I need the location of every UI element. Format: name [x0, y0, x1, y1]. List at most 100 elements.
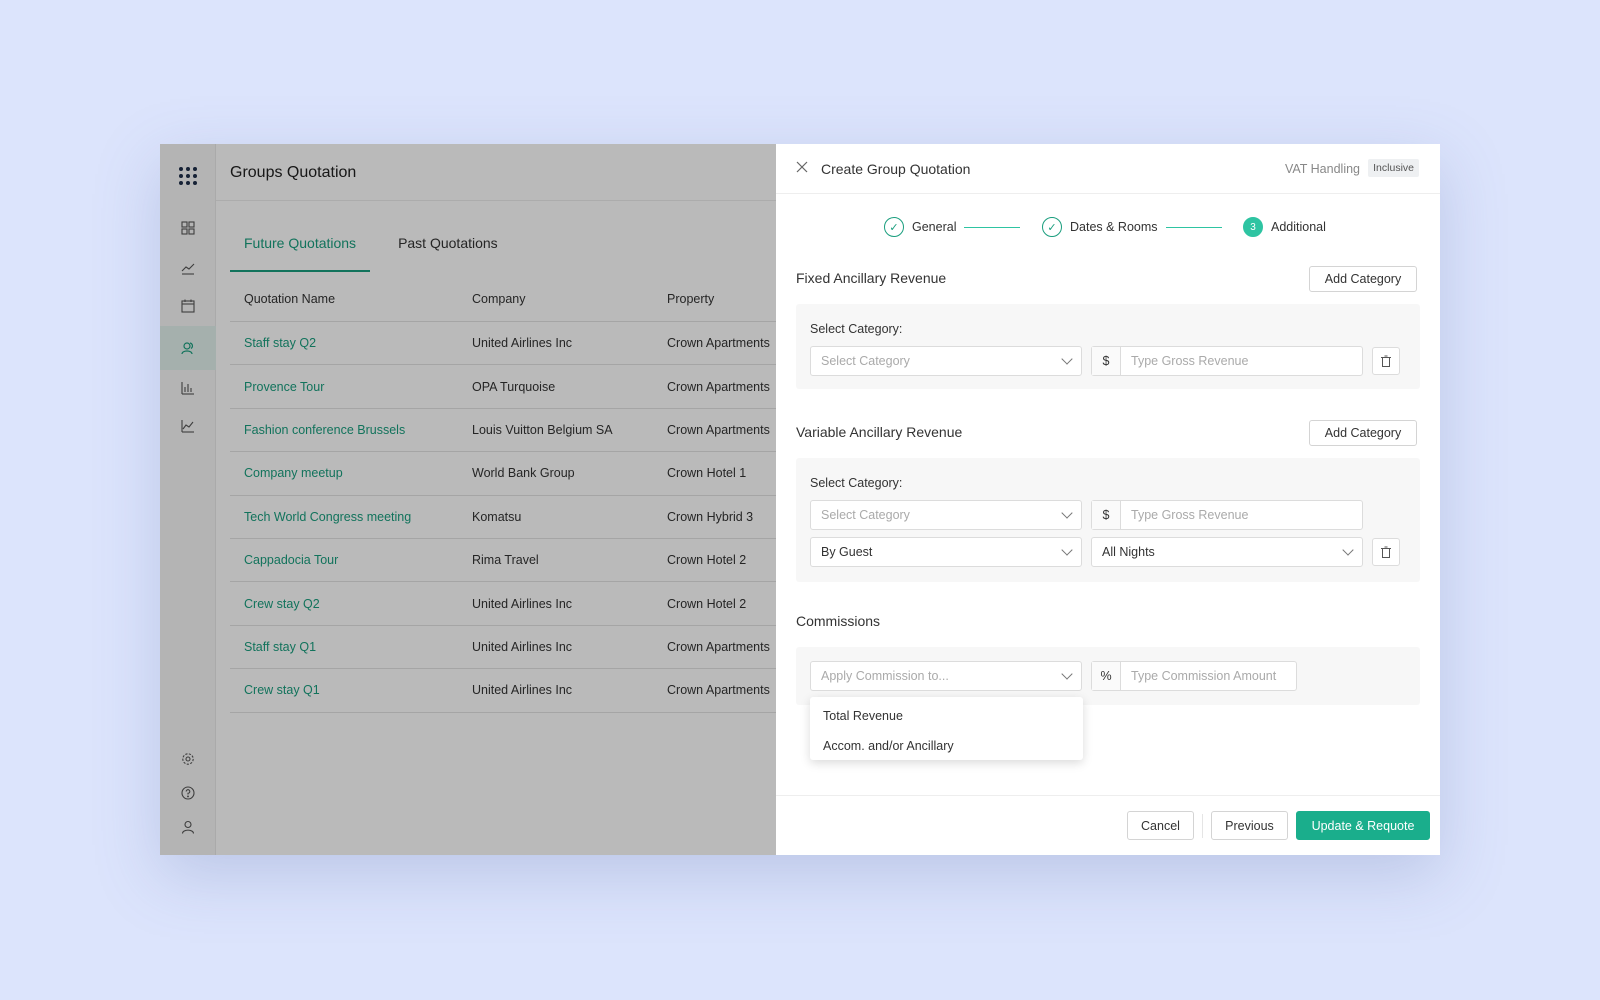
- property-cell: Crown Hybrid 3: [667, 509, 754, 524]
- groups-icon[interactable]: [160, 326, 216, 370]
- select-category-label: Select Category:: [810, 476, 903, 490]
- table-row[interactable]: Tech World Congress meeting Komatsu Crown …: [230, 496, 776, 539]
- quotation-name-link[interactable]: Provence Tour: [230, 380, 472, 394]
- column-header[interactable]: Quotation Name: [230, 292, 472, 306]
- table-row[interactable]: Provence Tour OPA Turquoise Crown Apartmen…: [230, 365, 776, 409]
- fixed-revenue-input[interactable]: $ Type Gross Revenue: [1091, 346, 1363, 376]
- previous-button[interactable]: Previous: [1211, 811, 1288, 840]
- step-dates-rooms[interactable]: Dates & Rooms: [1070, 220, 1158, 234]
- property-cell: Crown Apartments: [667, 639, 770, 654]
- variable-category-panel: Select Category: Select Category $ Type …: [796, 458, 1420, 582]
- step-general[interactable]: General: [912, 220, 956, 234]
- table-row[interactable]: Company meetup World Bank Group Crown Hote…: [230, 452, 776, 496]
- quotations-table: Quotation Name Company Property Staff st…: [230, 277, 776, 713]
- vat-handling-badge[interactable]: Inclusive: [1368, 159, 1419, 177]
- quotation-name-link[interactable]: Tech World Congress meeting: [230, 510, 472, 524]
- select-placeholder: Select Category: [821, 508, 910, 522]
- tab-past-quotations[interactable]: Past Quotations: [384, 224, 512, 272]
- check-icon: ✓: [1042, 217, 1062, 237]
- chevron-down-icon: [1061, 353, 1073, 365]
- app-window: Groups Quotation Future Quotations Past …: [160, 144, 1440, 855]
- table-row[interactable]: Staff stay Q2 United Airlines Inc Crown Ap…: [230, 322, 776, 366]
- revenue-placeholder: Type Gross Revenue: [1131, 508, 1249, 522]
- check-icon: ✓: [884, 217, 904, 237]
- company-cell: United Airlines Inc: [472, 683, 573, 698]
- commissions-title: Commissions: [796, 613, 881, 629]
- menu-item-total-revenue[interactable]: Total Revenue: [810, 701, 1083, 731]
- line-chart-icon[interactable]: [160, 408, 216, 444]
- step-additional[interactable]: Additional: [1271, 220, 1326, 234]
- column-header[interactable]: Company: [472, 292, 667, 306]
- sidebar: [160, 144, 216, 855]
- vat-handling-label: VAT Handling: [1284, 162, 1360, 176]
- table-row[interactable]: Staff stay Q1 United Airlines Inc Crown Ap…: [230, 626, 776, 670]
- property-cell: Crown Hotel 1: [667, 466, 747, 481]
- select-placeholder: Apply Commission to...: [821, 669, 949, 683]
- charge-basis-select[interactable]: By Guest: [810, 537, 1082, 567]
- currency-prefix: $: [1092, 347, 1121, 375]
- modal-title: Create Group Quotation: [821, 161, 971, 177]
- tab-future-quotations[interactable]: Future Quotations: [230, 224, 371, 272]
- revenue-placeholder: Type Gross Revenue: [1131, 354, 1249, 368]
- property-cell: Crown Hotel 2: [667, 596, 747, 611]
- footer-divider: [1202, 814, 1203, 838]
- calendar-icon[interactable]: [160, 288, 216, 324]
- modal-footer: Cancel Previous Update & Requote: [776, 795, 1440, 855]
- main-content: Groups Quotation Future Quotations Past …: [216, 144, 776, 855]
- select-placeholder: Select Category: [821, 354, 910, 368]
- quotation-name-link[interactable]: Crew stay Q1: [230, 683, 472, 697]
- bar-chart-icon[interactable]: [160, 370, 216, 406]
- user-icon[interactable]: [160, 809, 216, 845]
- apply-commission-select[interactable]: Apply Commission to...: [810, 661, 1082, 691]
- table-row[interactable]: Cappadocia Tour Rima Travel Crown Hotel 2: [230, 539, 776, 583]
- chevron-down-icon: [1342, 544, 1354, 556]
- table-row[interactable]: Fashion conference Brussels Louis Vuitton…: [230, 409, 776, 453]
- select-value: All Nights: [1102, 545, 1155, 559]
- commission-dropdown-menu: Total Revenue Accom. and/or Ancillary: [810, 697, 1083, 760]
- variable-revenue-input[interactable]: $ Type Gross Revenue: [1091, 500, 1363, 530]
- create-quotation-panel: Create Group Quotation VAT Handling Incl…: [776, 144, 1440, 855]
- table-row[interactable]: Crew stay Q1 United Airlines Inc Crown Apa…: [230, 669, 776, 713]
- table-row[interactable]: Crew stay Q2 United Airlines Inc Crown Hot…: [230, 582, 776, 626]
- quotation-name-link[interactable]: Staff stay Q2: [230, 336, 472, 350]
- step-number: 3: [1243, 217, 1263, 237]
- column-header[interactable]: Property: [667, 292, 776, 306]
- dashboard-icon[interactable]: [160, 210, 216, 246]
- quotation-name-link[interactable]: Fashion conference Brussels: [230, 423, 472, 437]
- trend-icon[interactable]: [160, 250, 216, 286]
- company-cell: United Airlines Inc: [472, 639, 573, 654]
- menu-item-accom-ancillary[interactable]: Accom. and/or Ancillary: [810, 731, 1083, 761]
- property-cell: Crown Apartments: [667, 379, 770, 394]
- tab-bar: Future Quotations Past Quotations: [230, 224, 526, 272]
- variable-ancillary-title: Variable Ancillary Revenue: [796, 424, 963, 440]
- chevron-down-icon: [1061, 507, 1073, 519]
- table-header: Quotation Name Company Property: [230, 277, 776, 322]
- select-value: By Guest: [821, 545, 873, 559]
- company-cell: Louis Vuitton Belgium SA: [472, 422, 613, 437]
- cancel-button[interactable]: Cancel: [1127, 811, 1194, 840]
- fixed-category-select[interactable]: Select Category: [810, 346, 1082, 376]
- quotation-name-link[interactable]: Crew stay Q2: [230, 597, 472, 611]
- quotation-name-link[interactable]: Company meetup: [230, 466, 472, 480]
- chevron-down-icon: [1061, 668, 1073, 680]
- variable-category-select[interactable]: Select Category: [810, 500, 1082, 530]
- help-icon[interactable]: [160, 775, 216, 811]
- quotation-name-link[interactable]: Staff stay Q1: [230, 640, 472, 654]
- settings-icon[interactable]: [160, 741, 216, 777]
- property-cell: Crown Apartments: [667, 422, 770, 437]
- quotation-name-link[interactable]: Cappadocia Tour: [230, 553, 472, 567]
- trash-icon[interactable]: [1372, 347, 1400, 375]
- commission-amount-input[interactable]: % Type Commission Amount: [1091, 661, 1297, 691]
- company-cell: OPA Turquoise: [472, 379, 556, 394]
- add-fixed-category-button[interactable]: Add Category: [1309, 266, 1417, 292]
- logo-icon[interactable]: [179, 167, 197, 185]
- add-variable-category-button[interactable]: Add Category: [1309, 420, 1417, 446]
- fixed-ancillary-title: Fixed Ancillary Revenue: [796, 270, 947, 286]
- close-icon[interactable]: [796, 161, 812, 177]
- step-connector: [1166, 227, 1222, 228]
- company-cell: Komatsu: [472, 509, 522, 524]
- update-requote-button[interactable]: Update & Requote: [1296, 811, 1430, 840]
- stepper: ✓ General ✓ Dates & Rooms 3 Additional: [776, 216, 1440, 238]
- nights-select[interactable]: All Nights: [1091, 537, 1363, 567]
- trash-icon[interactable]: [1372, 538, 1400, 566]
